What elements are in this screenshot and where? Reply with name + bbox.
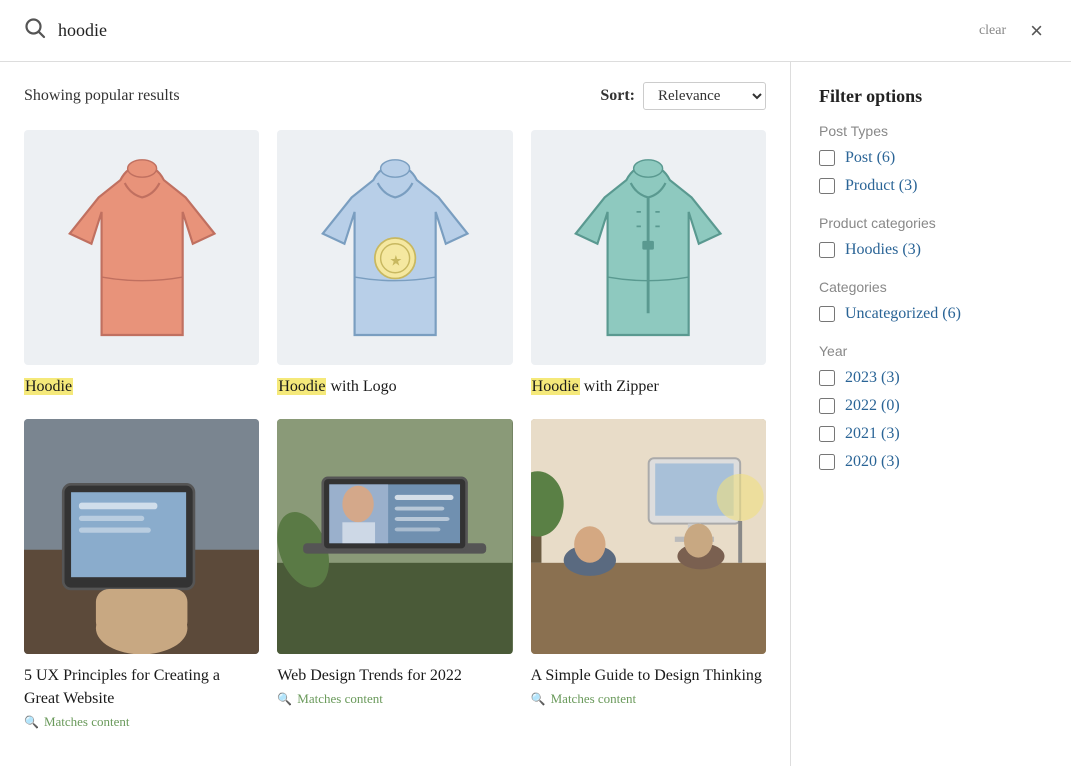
filter-label-post[interactable]: Post (6) (845, 149, 895, 167)
filter-item-hoodies[interactable]: Hoodies (3) (819, 241, 1043, 259)
card-title: A Simple Guide to Design Thinking (531, 664, 766, 687)
card-image (277, 419, 512, 654)
result-card[interactable]: A Simple Guide to Design Thinking 🔍 Matc… (531, 419, 766, 731)
filter-title: Filter options (819, 86, 1043, 107)
card-title: Hoodie with Logo (277, 375, 512, 398)
filter-item-2020[interactable]: 2020 (3) (819, 453, 1043, 471)
filter-checkbox-post[interactable] (819, 150, 835, 166)
magnifier-icon: 🔍 (531, 692, 546, 707)
filter-sidebar: Filter options Post Types Post (6) Produ… (791, 62, 1071, 766)
result-card[interactable]: Web Design Trends for 2022 🔍 Matches con… (277, 419, 512, 731)
filter-checkbox-2022[interactable] (819, 398, 835, 414)
svg-text:★: ★ (389, 253, 402, 269)
filter-item-product[interactable]: Product (3) (819, 177, 1043, 195)
matches-label: Matches content (297, 691, 383, 707)
card-title: Hoodie (24, 375, 259, 398)
filter-item-2022[interactable]: 2022 (0) (819, 397, 1043, 415)
filter-group-categories: Categories Uncategorized (6) (819, 279, 1043, 323)
filter-checkbox-2023[interactable] (819, 370, 835, 386)
filter-label-2022[interactable]: 2022 (0) (845, 397, 900, 415)
filter-checkbox-product[interactable] (819, 178, 835, 194)
filter-label-2021[interactable]: 2021 (3) (845, 425, 900, 443)
card-image (24, 419, 259, 654)
filter-item-2021[interactable]: 2021 (3) (819, 425, 1043, 443)
filter-label-2020[interactable]: 2020 (3) (845, 453, 900, 471)
matches-content: 🔍 Matches content (277, 691, 512, 707)
card-image: ★ (277, 130, 512, 365)
filter-label-2023[interactable]: 2023 (3) (845, 369, 900, 387)
card-title: Hoodie with Zipper (531, 375, 766, 398)
highlight: Hoodie (531, 378, 580, 395)
filter-item-2023[interactable]: 2023 (3) (819, 369, 1043, 387)
search-bar: hoodie clear × (0, 0, 1071, 62)
showing-text: Showing popular results (24, 87, 600, 105)
filter-item-post[interactable]: Post (6) (819, 149, 1043, 167)
search-icon (24, 17, 46, 45)
magnifier-icon: 🔍 (24, 715, 39, 730)
filter-item-uncategorized[interactable]: Uncategorized (6) (819, 305, 1043, 323)
main-layout: Showing popular results Sort: Relevance … (0, 62, 1071, 766)
card-image (24, 130, 259, 365)
card-image (531, 130, 766, 365)
filter-checkbox-hoodies[interactable] (819, 242, 835, 258)
card-title: Web Design Trends for 2022 (277, 664, 512, 687)
magnifier-icon: 🔍 (277, 692, 292, 707)
filter-group-title: Post Types (819, 123, 1043, 139)
filter-group-product-categories: Product categories Hoodies (3) (819, 215, 1043, 259)
sort-select[interactable]: Relevance Date Popularity (643, 82, 766, 110)
filter-group-title: Product categories (819, 215, 1043, 231)
filter-checkbox-2020[interactable] (819, 454, 835, 470)
highlight: Hoodie (277, 378, 326, 395)
results-area: Showing popular results Sort: Relevance … (0, 62, 791, 766)
filter-group-post-types: Post Types Post (6) Product (3) (819, 123, 1043, 195)
result-card[interactable]: Hoodie with Zipper (531, 130, 766, 399)
card-title: 5 UX Principles for Creating a Great Web… (24, 664, 259, 710)
clear-button[interactable]: clear (971, 23, 1014, 39)
matches-label: Matches content (551, 691, 637, 707)
filter-group-title: Categories (819, 279, 1043, 295)
sort-label: Sort: (600, 87, 635, 105)
result-card[interactable]: ★ Hoodie with Logo (277, 130, 512, 399)
filter-checkbox-2021[interactable] (819, 426, 835, 442)
filter-group-title: Year (819, 343, 1043, 359)
filter-label-product[interactable]: Product (3) (845, 177, 917, 195)
filter-label-hoodies[interactable]: Hoodies (3) (845, 241, 921, 259)
filter-checkbox-uncategorized[interactable] (819, 306, 835, 322)
top-bar: Showing popular results Sort: Relevance … (24, 82, 766, 110)
results-grid: Hoodie ★ (24, 130, 766, 730)
filter-label-uncategorized[interactable]: Uncategorized (6) (845, 305, 961, 323)
close-button[interactable]: × (1026, 18, 1047, 44)
highlight: Hoodie (24, 378, 73, 395)
search-input[interactable]: hoodie (58, 20, 959, 41)
matches-content: 🔍 Matches content (531, 691, 766, 707)
result-card[interactable]: 5 UX Principles for Creating a Great Web… (24, 419, 259, 731)
matches-label: Matches content (44, 714, 130, 730)
card-image (531, 419, 766, 654)
filter-group-year: Year 2023 (3) 2022 (0) 2021 (3) 2020 (3) (819, 343, 1043, 471)
result-card[interactable]: Hoodie (24, 130, 259, 399)
matches-content: 🔍 Matches content (24, 714, 259, 730)
